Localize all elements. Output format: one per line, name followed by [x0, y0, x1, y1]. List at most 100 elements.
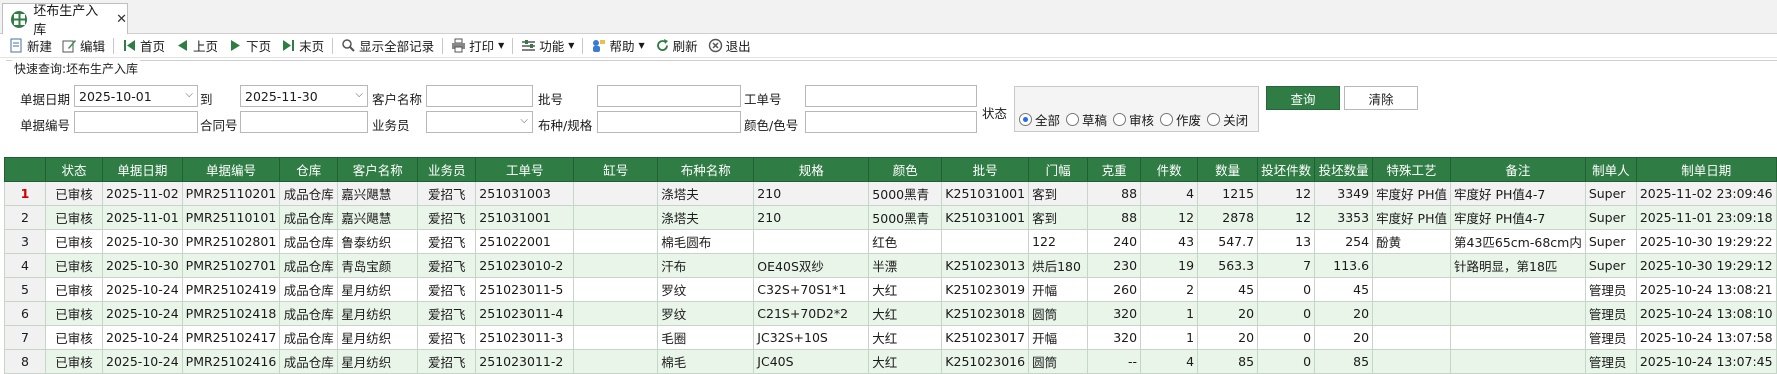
table-cell[interactable]: 20 — [1314, 325, 1374, 350]
table-cell[interactable]: 547.7 — [1197, 229, 1259, 254]
table-cell[interactable]: PMR25102701 — [181, 253, 281, 278]
table-cell[interactable]: 酚黄 — [1372, 229, 1451, 254]
chevron-down-icon[interactable]: ⌵ — [185, 89, 193, 100]
table-cell[interactable]: 2025-10-24 13:08:21 — [1635, 277, 1777, 302]
table-cell[interactable]: 成品仓库 — [279, 349, 339, 374]
table-cell[interactable]: 爱招飞 — [417, 205, 477, 230]
table-cell[interactable]: PMR25102419 — [181, 277, 281, 302]
table-cell[interactable] — [573, 181, 659, 206]
table-row[interactable]: 1 已审核 2025-11-02 PMR25110201 成品仓库 嘉兴飓慧 爱招飞 2510… — [4, 181, 1777, 206]
table-cell[interactable]: 13 — [1257, 229, 1316, 254]
table-cell[interactable]: 12 — [1140, 205, 1199, 230]
table-cell[interactable]: 563.3 — [1197, 253, 1259, 278]
table-cell[interactable]: 汗布 — [657, 253, 755, 278]
table-cell[interactable]: 251031003 — [475, 181, 575, 206]
table-cell[interactable]: 88 — [1087, 181, 1142, 206]
table-cell[interactable]: 2025-10-30 — [102, 229, 183, 254]
header-cell[interactable]: 投坯数量 — [1314, 157, 1374, 182]
table-cell[interactable]: 成品仓库 — [279, 229, 339, 254]
header-cell[interactable]: 门幅 — [1028, 157, 1089, 182]
table-cell[interactable]: K251031001 — [941, 205, 1030, 230]
table-cell[interactable]: OE40S双纱 — [753, 253, 870, 278]
table-cell[interactable]: 管理员 — [1584, 277, 1637, 302]
table-cell[interactable]: K251023017 — [941, 325, 1030, 350]
table-cell[interactable]: 爱招飞 — [417, 301, 477, 326]
table-cell[interactable]: 0 — [1257, 301, 1316, 326]
table-cell[interactable]: 20 — [1314, 301, 1374, 326]
table-cell[interactable]: 爱招飞 — [417, 253, 477, 278]
table-cell[interactable]: 已审核 — [45, 301, 103, 326]
table-cell[interactable] — [941, 229, 1030, 254]
table-cell[interactable]: -- — [1087, 349, 1142, 374]
table-cell[interactable]: 43 — [1140, 229, 1199, 254]
table-cell[interactable]: 240 — [1087, 229, 1142, 254]
table-cell[interactable]: 3349 — [1314, 181, 1374, 206]
table-cell[interactable]: 210 — [753, 181, 870, 206]
table-cell[interactable]: 开幅 — [1028, 325, 1089, 350]
customer-input[interactable] — [426, 85, 533, 107]
table-cell[interactable]: 12 — [1257, 181, 1316, 206]
row-number[interactable]: 1 — [4, 181, 46, 206]
table-cell[interactable]: 210 — [753, 205, 870, 230]
table-cell[interactable] — [1450, 325, 1586, 350]
table-cell[interactable]: 嘉兴飓慧 — [337, 205, 419, 230]
table-cell[interactable]: JC32S+10S — [753, 325, 870, 350]
clear-button[interactable]: 清除 — [1344, 86, 1418, 110]
table-cell[interactable]: 大红 — [868, 325, 943, 350]
table-cell[interactable]: 122 — [1028, 229, 1089, 254]
row-number[interactable]: 3 — [4, 229, 46, 254]
table-cell[interactable]: 大红 — [868, 277, 943, 302]
table-cell[interactable]: 2025-10-30 19:29:12 — [1635, 253, 1777, 278]
table-cell[interactable]: K251031001 — [941, 181, 1030, 206]
table-cell[interactable]: PMR25102416 — [181, 349, 281, 374]
table-cell[interactable]: 4 — [1140, 181, 1199, 206]
table-cell[interactable]: 5000黑青 — [868, 181, 943, 206]
row-number[interactable]: 7 — [4, 325, 46, 350]
query-button[interactable]: 查询 — [1266, 86, 1340, 110]
table-cell[interactable]: 已审核 — [45, 205, 103, 230]
table-cell[interactable]: 成品仓库 — [279, 325, 339, 350]
table-cell[interactable]: 管理员 — [1584, 325, 1637, 350]
table-cell[interactable]: 管理员 — [1584, 349, 1637, 374]
table-cell[interactable]: 20 — [1197, 301, 1259, 326]
table-cell[interactable]: JC40S — [753, 349, 870, 374]
table-cell[interactable]: 已审核 — [45, 325, 103, 350]
table-cell[interactable]: 85 — [1197, 349, 1259, 374]
table-cell[interactable] — [1372, 349, 1451, 374]
table-cell[interactable]: 大红 — [868, 349, 943, 374]
table-cell[interactable]: 85 — [1314, 349, 1374, 374]
table-cell[interactable]: 烘后180 — [1028, 253, 1089, 278]
header-cell[interactable]: 制单日期 — [1635, 157, 1777, 182]
table-cell[interactable]: 嘉兴飓慧 — [337, 181, 419, 206]
table-cell[interactable]: 爱招飞 — [417, 277, 477, 302]
table-cell[interactable]: 已审核 — [45, 253, 103, 278]
table-cell[interactable]: 成品仓库 — [279, 181, 339, 206]
table-cell[interactable]: 3353 — [1314, 205, 1374, 230]
row-number[interactable]: 4 — [4, 253, 46, 278]
next-page-button[interactable]: 下页 — [223, 35, 276, 57]
table-cell[interactable]: Super — [1584, 253, 1637, 278]
table-cell[interactable]: 星月纺织 — [337, 325, 419, 350]
table-cell[interactable]: Super — [1584, 205, 1637, 230]
table-cell[interactable]: 圆筒 — [1028, 301, 1089, 326]
table-cell[interactable]: 2025-10-30 19:29:22 — [1635, 229, 1777, 254]
row-number[interactable]: 6 — [4, 301, 46, 326]
status-radio-all[interactable]: 全部 — [1019, 110, 1060, 129]
table-cell[interactable]: 牢度好 PH值 — [1372, 205, 1451, 230]
table-cell[interactable]: Super — [1584, 181, 1637, 206]
table-cell[interactable]: 2025-10-24 13:07:45 — [1635, 349, 1777, 374]
print-button[interactable]: 打印 ▼ — [446, 35, 509, 57]
table-cell[interactable]: 2025-10-24 — [102, 349, 183, 374]
table-row[interactable]: 7 已审核 2025-10-24 PMR25102417 成品仓库 星月纺织 爱招飞 2510… — [4, 325, 1777, 350]
table-cell[interactable]: 成品仓库 — [279, 205, 339, 230]
table-cell[interactable]: 2025-10-24 13:07:58 — [1635, 325, 1777, 350]
table-cell[interactable]: 已审核 — [45, 181, 103, 206]
table-cell[interactable]: 2025-10-24 — [102, 325, 183, 350]
table-cell[interactable]: 罗纹 — [657, 301, 755, 326]
table-cell[interactable] — [1372, 325, 1451, 350]
table-cell[interactable]: 星月纺织 — [337, 301, 419, 326]
table-cell[interactable]: K251023016 — [941, 349, 1030, 374]
table-cell[interactable]: 1 — [1140, 325, 1199, 350]
table-row[interactable]: 8 已审核 2025-10-24 PMR25102416 成品仓库 星月纺织 爱招飞 2510… — [4, 349, 1777, 374]
table-cell[interactable]: K251023013 — [941, 253, 1030, 278]
